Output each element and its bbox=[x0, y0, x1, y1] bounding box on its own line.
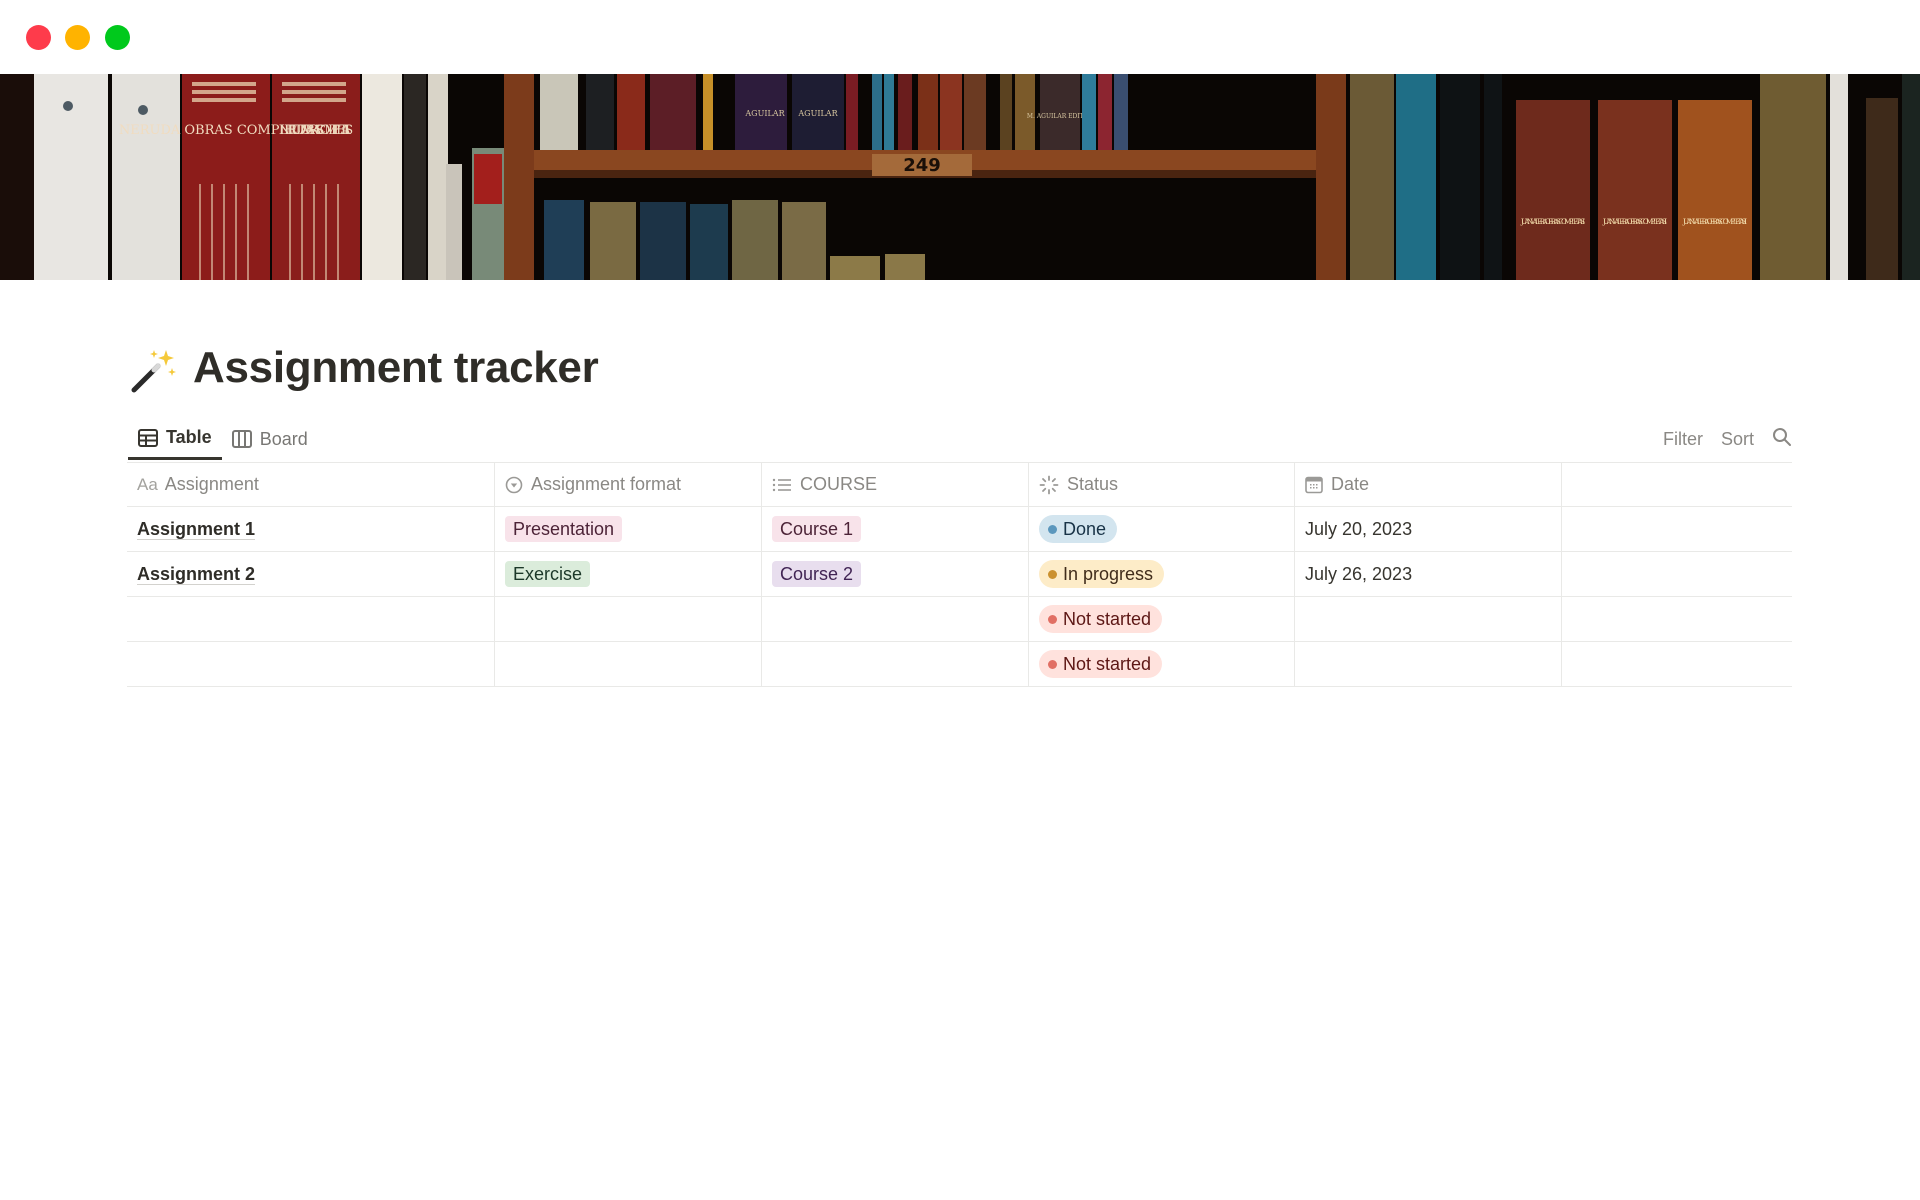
status-cell[interactable]: Not started bbox=[1029, 642, 1295, 686]
status-badge: Done bbox=[1039, 515, 1118, 543]
assignment-cell[interactable] bbox=[127, 597, 495, 641]
column-header-label: COURSE bbox=[800, 474, 878, 494]
filter-button[interactable]: Filter bbox=[1663, 429, 1703, 450]
status-label: In progress bbox=[1063, 563, 1154, 584]
view-actions: Filter Sort bbox=[1663, 418, 1792, 460]
status-badge: Not started bbox=[1039, 650, 1163, 678]
banner-spine-text: AGUILAR bbox=[744, 109, 785, 118]
banner-spine-text: NERUDA OBRAS COMPLETAS II bbox=[279, 123, 353, 138]
tab-table-label: Table bbox=[166, 427, 212, 447]
date-cell[interactable] bbox=[1295, 597, 1562, 641]
date-value: July 26, 2023 bbox=[1305, 563, 1413, 584]
status-dot-icon bbox=[1048, 569, 1057, 579]
column-header-assignment[interactable]: Aa Assignment bbox=[127, 463, 495, 506]
column-header-course[interactable]: COURSE bbox=[762, 463, 1029, 506]
empty-cell bbox=[1562, 597, 1792, 641]
zoom-window-button[interactable] bbox=[105, 25, 130, 50]
sort-button[interactable]: Sort bbox=[1721, 429, 1754, 450]
status-badge: Not started bbox=[1039, 605, 1163, 633]
minimize-window-button[interactable] bbox=[65, 25, 90, 50]
assignments-table: Aa Assignment Assignment format COURSE S… bbox=[127, 462, 1792, 687]
tab-board[interactable]: Board bbox=[222, 418, 318, 460]
window-titlebar bbox=[0, 0, 1920, 74]
column-header-add[interactable] bbox=[1562, 463, 1792, 506]
format-tag: Exercise bbox=[505, 561, 591, 587]
magic-wand-icon[interactable] bbox=[128, 344, 180, 396]
course-tag: Course 1 bbox=[772, 516, 862, 542]
assignment-cell[interactable]: Assignment 1 bbox=[127, 507, 495, 551]
course-cell[interactable] bbox=[762, 597, 1029, 641]
status-dot-icon bbox=[1048, 614, 1057, 624]
select-icon bbox=[505, 476, 523, 494]
search-icon bbox=[1773, 427, 1791, 446]
date-cell[interactable]: July 20, 2023 bbox=[1295, 507, 1562, 551]
date-cell[interactable] bbox=[1295, 642, 1562, 686]
column-header-label: Assignment bbox=[164, 474, 259, 494]
course-tag: Course 2 bbox=[772, 561, 862, 587]
tab-table[interactable]: Table bbox=[128, 418, 222, 460]
empty-cell bbox=[1562, 507, 1792, 551]
status-label: Not started bbox=[1063, 608, 1152, 629]
title-aa-icon: Aa bbox=[137, 474, 158, 494]
column-header-date[interactable]: Date bbox=[1295, 463, 1562, 506]
course-cell[interactable] bbox=[762, 642, 1029, 686]
empty-cell bbox=[1562, 642, 1792, 686]
cover-image: NERUDA OBRAS COMPLETAS I NERUDA OBRAS CO… bbox=[0, 74, 1920, 280]
column-header-status[interactable]: Status bbox=[1029, 463, 1295, 506]
format-cell[interactable] bbox=[495, 642, 762, 686]
column-header-label: Assignment format bbox=[531, 474, 682, 494]
status-label: Not started bbox=[1063, 653, 1152, 674]
status-cell[interactable]: In progress bbox=[1029, 552, 1295, 596]
date-value: July 20, 2023 bbox=[1305, 518, 1413, 539]
table-row: Not started bbox=[127, 597, 1792, 642]
assignment-title-link[interactable]: Assignment 2 bbox=[137, 564, 256, 585]
shelf-number-label: 249 bbox=[903, 155, 941, 176]
table-row: Assignment 2 Exercise Course 2 In progre… bbox=[127, 552, 1792, 597]
status-label: Done bbox=[1063, 518, 1107, 539]
close-window-button[interactable] bbox=[26, 25, 51, 50]
assignment-cell[interactable]: Assignment 2 bbox=[127, 552, 495, 596]
multi-select-list-icon bbox=[772, 477, 792, 493]
format-cell[interactable] bbox=[495, 597, 762, 641]
table-icon bbox=[138, 428, 158, 447]
course-cell[interactable]: Course 1 bbox=[762, 507, 1029, 551]
assignment-title-link[interactable]: Assignment 1 bbox=[137, 519, 256, 540]
format-cell[interactable]: Presentation bbox=[495, 507, 762, 551]
table-row: Not started bbox=[127, 642, 1792, 687]
table-header-row: Aa Assignment Assignment format COURSE S… bbox=[127, 463, 1792, 507]
banner-spine-text: JUAN VALERA OBRAS COMPLETAS III bbox=[1682, 218, 1747, 226]
bookshelf-illustration: NERUDA OBRAS COMPLETAS I NERUDA OBRAS CO… bbox=[0, 74, 1920, 280]
column-header-assignment-format[interactable]: Assignment format bbox=[495, 463, 762, 506]
status-cell[interactable]: Done bbox=[1029, 507, 1295, 551]
format-cell[interactable]: Exercise bbox=[495, 552, 762, 596]
column-header-label: Date bbox=[1331, 474, 1370, 494]
table-row: Assignment 1 Presentation Course 1 Done … bbox=[127, 507, 1792, 552]
date-cell[interactable]: July 26, 2023 bbox=[1295, 552, 1562, 596]
tab-board-label: Board bbox=[259, 428, 308, 449]
board-icon bbox=[231, 430, 252, 448]
status-dot-icon bbox=[1048, 524, 1057, 534]
banner-spine-text: JUAN VALERA OBRAS COMPLETAS II bbox=[1602, 218, 1667, 226]
format-tag: Presentation bbox=[505, 516, 623, 542]
column-header-label: Status bbox=[1067, 474, 1119, 494]
assignment-cell[interactable] bbox=[127, 642, 495, 686]
status-icon bbox=[1039, 475, 1059, 495]
status-dot-icon bbox=[1048, 659, 1057, 669]
calendar-icon bbox=[1305, 476, 1323, 494]
banner-spine-text: JUAN VALERA OBRAS COMPLETAS I bbox=[1520, 218, 1585, 226]
search-button[interactable] bbox=[1772, 427, 1792, 452]
empty-cell bbox=[1562, 552, 1792, 596]
view-tabs: Table Board bbox=[128, 418, 318, 462]
course-cell[interactable]: Course 2 bbox=[762, 552, 1029, 596]
banner-spine-text: AGUILAR bbox=[797, 109, 838, 118]
status-badge: In progress bbox=[1039, 560, 1165, 588]
status-cell[interactable]: Not started bbox=[1029, 597, 1295, 641]
page-title: Assignment tracker bbox=[193, 343, 599, 392]
